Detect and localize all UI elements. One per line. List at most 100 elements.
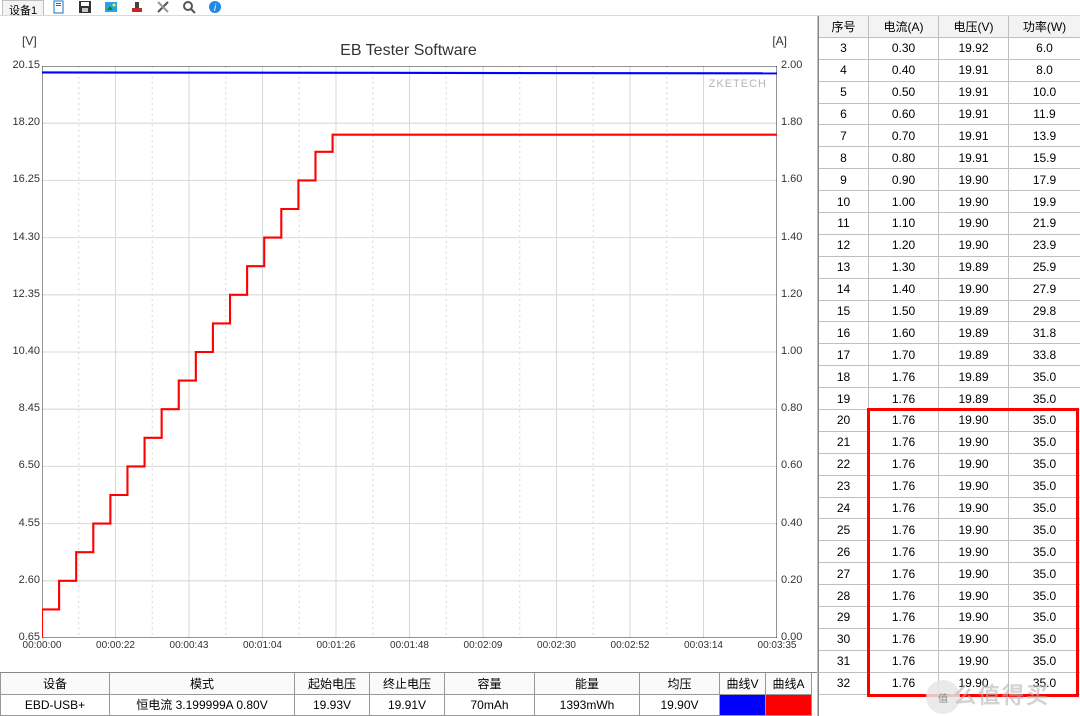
table-row[interactable]: 90.9019.9017.9 [819,169,1080,191]
table-cell: 35.0 [1009,498,1080,520]
table-row[interactable]: 241.7619.9035.0 [819,498,1080,520]
table-row[interactable]: 311.7619.9035.0 [819,651,1080,673]
table-cell: 19.89 [939,257,1009,279]
table-cell: 1.76 [869,629,939,651]
table-cell: 35.0 [1009,410,1080,432]
table-cell: 19.91 [939,82,1009,104]
help-icon[interactable]: i [208,0,222,14]
ytick-right: 1.20 [781,288,811,300]
table-cell: 35.0 [1009,388,1080,410]
data-table[interactable]: 序号电流(A)电压(V)功率(W) 30.3019.926.040.4019.9… [818,16,1080,716]
save-icon[interactable] [78,0,92,14]
table-cell: 35.0 [1009,585,1080,607]
ytick-right: 1.60 [781,173,811,185]
table-cell: 19.90 [939,432,1009,454]
table-row[interactable]: 161.6019.8931.8 [819,322,1080,344]
table-cell: 0.60 [869,104,939,126]
table-row[interactable]: 80.8019.9115.9 [819,147,1080,169]
table-row[interactable]: 221.7619.9035.0 [819,454,1080,476]
table-cell: 19.90 [939,213,1009,235]
table-row[interactable]: 251.7619.9035.0 [819,519,1080,541]
table-row[interactable]: 171.7019.8933.8 [819,344,1080,366]
table-row[interactable]: 261.7619.9035.0 [819,541,1080,563]
ytick-left: 16.25 [6,173,40,185]
table-cell: 35.0 [1009,519,1080,541]
xtick: 00:01:26 [317,640,356,651]
table-row[interactable]: 111.1019.9021.9 [819,213,1080,235]
table-cell: 0.80 [869,147,939,169]
table-row[interactable]: 271.7619.9035.0 [819,563,1080,585]
table-cell: 19.91 [939,104,1009,126]
table-cell: 35.0 [1009,673,1080,695]
table-cell: 19.89 [939,301,1009,323]
table-cell: 1.76 [869,651,939,673]
table-row[interactable]: 191.7619.8935.0 [819,388,1080,410]
table-cell: 1.10 [869,213,939,235]
table-row[interactable]: 50.5019.9110.0 [819,82,1080,104]
status-value: 1393mWh [535,695,640,716]
page-icon[interactable] [52,0,66,14]
tab-bar: 设备1 i [0,0,1080,16]
table-row[interactable]: 101.0019.9019.9 [819,191,1080,213]
tools-icon[interactable] [156,0,170,14]
table-cell: 1.76 [869,585,939,607]
status-value: 19.91V [370,695,445,716]
table-row[interactable]: 30.3019.926.0 [819,38,1080,60]
table-row[interactable]: 141.4019.9027.9 [819,279,1080,301]
status-table: 设备模式起始电压终止电压容量能量均压曲线V曲线A EBD-USB+恒电流 3.1… [0,672,817,716]
table-row[interactable]: 211.7619.9035.0 [819,432,1080,454]
ytick-right: 0.80 [781,402,811,414]
table-cell: 1.40 [869,279,939,301]
table-cell: 19.92 [939,38,1009,60]
table-row[interactable]: 231.7619.9035.0 [819,476,1080,498]
table-cell: 3 [819,38,869,60]
clear-icon[interactable] [130,0,144,14]
chart-title: EB Tester Software [0,42,817,60]
table-row[interactable]: 40.4019.918.0 [819,60,1080,82]
table-cell: 10.0 [1009,82,1080,104]
ytick-right: 1.00 [781,345,811,357]
table-row[interactable]: 151.5019.8929.8 [819,301,1080,323]
table-cell: 31.8 [1009,322,1080,344]
table-row[interactable]: 301.7619.9035.0 [819,629,1080,651]
table-cell: 4 [819,60,869,82]
ytick-right: 0.20 [781,574,811,586]
table-cell: 1.50 [869,301,939,323]
table-row[interactable]: 121.2019.9023.9 [819,235,1080,257]
table-cell: 19.91 [939,125,1009,147]
table-cell: 1.76 [869,563,939,585]
chart-area[interactable]: [V] [A] EB Tester Software ZKETECH 20.15… [0,20,817,656]
xtick: 00:00:43 [170,640,209,651]
table-row[interactable]: 291.7619.9035.0 [819,607,1080,629]
zoom-icon[interactable] [182,0,196,14]
table-header: 序号 [819,16,869,38]
table-cell: 35.0 [1009,432,1080,454]
table-header: 功率(W) [1009,16,1080,38]
xtick: 00:02:52 [611,640,650,651]
table-cell: 20 [819,410,869,432]
table-row[interactable]: 70.7019.9113.9 [819,125,1080,147]
table-row[interactable]: 201.7619.9035.0 [819,410,1080,432]
table-cell: 1.70 [869,344,939,366]
table-row[interactable]: 181.7619.8935.0 [819,366,1080,388]
table-row[interactable]: 281.7619.9035.0 [819,585,1080,607]
status-header: 能量 [535,673,640,695]
table-cell: 35.0 [1009,541,1080,563]
table-cell: 1.76 [869,607,939,629]
table-cell: 26 [819,541,869,563]
ytick-left: 14.30 [6,231,40,243]
table-cell: 1.76 [869,366,939,388]
table-header: 电流(A) [869,16,939,38]
chart-panel: [V] [A] EB Tester Software ZKETECH 20.15… [0,16,818,716]
table-cell: 13.9 [1009,125,1080,147]
table-cell: 25 [819,519,869,541]
table-cell: 19.90 [939,454,1009,476]
table-cell: 22 [819,454,869,476]
table-cell: 15.9 [1009,147,1080,169]
table-cell: 1.76 [869,519,939,541]
table-row[interactable]: 60.6019.9111.9 [819,104,1080,126]
picture-icon[interactable] [104,0,118,14]
table-row[interactable]: 131.3019.8925.9 [819,257,1080,279]
table-row[interactable]: 321.7619.9035.0 [819,673,1080,695]
device-tab[interactable]: 设备1 [2,0,44,15]
